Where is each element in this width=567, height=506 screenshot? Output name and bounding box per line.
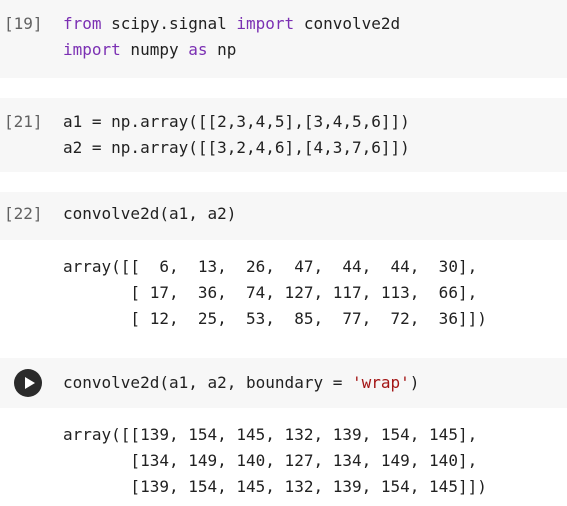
keyword-token: as xyxy=(188,40,208,59)
output-area: array([[139, 154, 145, 132, 139, 154, 14… xyxy=(0,408,567,506)
output-line: [139, 154, 145, 132, 139, 154, 145]]) xyxy=(63,477,487,496)
code-line: a1 = np.array([[2,3,4,5],[3,4,5,6]]) xyxy=(63,109,410,135)
code-token: convolve2d xyxy=(294,14,401,33)
code-line: import numpy as np xyxy=(63,37,236,63)
run-cell-button[interactable] xyxy=(14,369,42,397)
play-icon xyxy=(24,377,35,389)
execution-count: [21] xyxy=(4,112,43,131)
keyword-token: import xyxy=(63,40,121,59)
code-token: convolve2d(a1, a2) xyxy=(63,204,237,223)
output-line: [ 12, 25, 53, 85, 77, 72, 36]]) xyxy=(63,309,487,328)
code-line: convolve2d(a1, a2, boundary = 'wrap') xyxy=(63,370,419,396)
code-token: a1 = np.array([[2,3,4,5],[3,4,5,6]]) xyxy=(63,112,410,131)
code-cell-22[interactable]: [22] convolve2d(a1, a2) xyxy=(0,192,567,240)
keyword-token: import xyxy=(236,14,295,33)
execution-count: [22] xyxy=(4,204,43,223)
code-token: ) xyxy=(409,373,420,392)
string-token: 'wrap' xyxy=(351,373,410,392)
code-token: numpy xyxy=(120,40,189,59)
output-line: array([[ 6, 13, 26, 47, 44, 44, 30], xyxy=(63,257,478,276)
code-line: a2 = np.array([[3,2,4,6],[4,3,7,6]]) xyxy=(63,135,410,161)
code-cell-19[interactable]: [19] from scipy.signal import convolve2d… xyxy=(0,0,567,78)
code-token: a2 = np.array([[3,2,4,6],[4,3,7,6]]) xyxy=(63,138,410,157)
keyword-token: from xyxy=(63,14,102,33)
output-line: [134, 149, 140, 127, 134, 149, 140], xyxy=(63,451,478,470)
code-line: from scipy.signal import convolve2d xyxy=(63,11,400,37)
code-cell-21[interactable]: [21] a1 = np.array([[2,3,4,5],[3,4,5,6]]… xyxy=(0,98,567,172)
output-area: array([[ 6, 13, 26, 47, 44, 44, 30], [ 1… xyxy=(0,240,567,340)
code-token: scipy.signal xyxy=(101,14,237,33)
code-token: np xyxy=(207,40,237,59)
code-line: convolve2d(a1, a2) xyxy=(63,201,236,227)
code-cell-active[interactable]: convolve2d(a1, a2, boundary = 'wrap') xyxy=(0,358,567,408)
execution-count: [19] xyxy=(4,14,43,33)
output-line: [ 17, 36, 74, 127, 117, 113, 66], xyxy=(63,283,478,302)
output-line: array([[139, 154, 145, 132, 139, 154, 14… xyxy=(63,425,478,444)
code-token: convolve2d(a1, a2, boundary = xyxy=(63,373,352,392)
